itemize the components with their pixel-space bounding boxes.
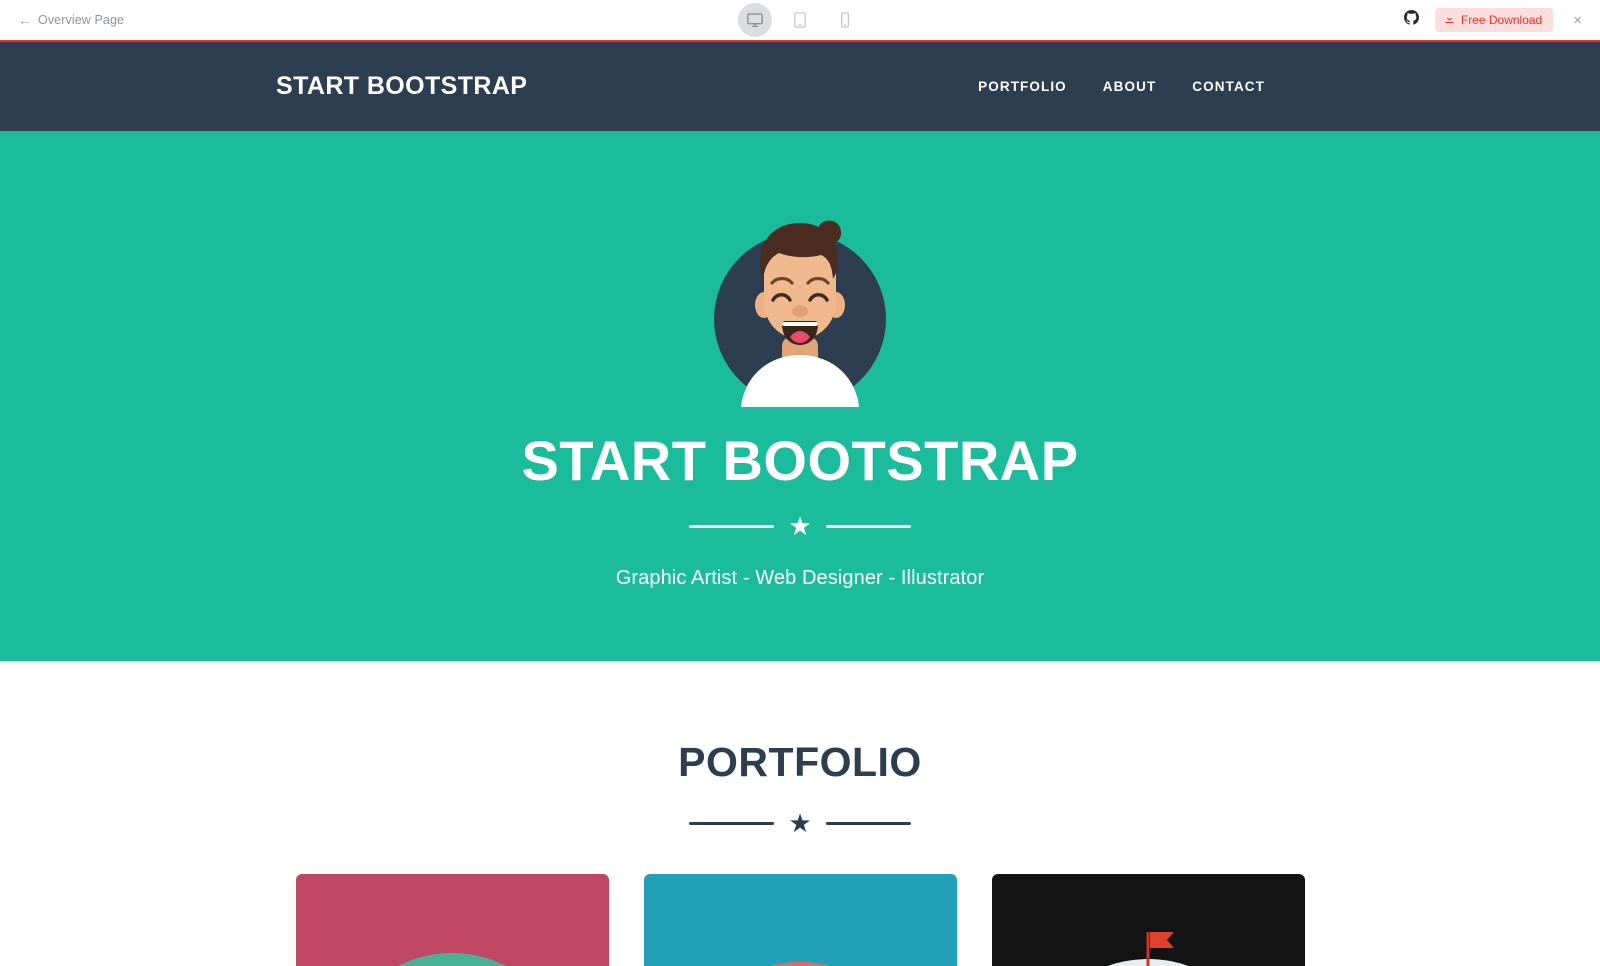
viewport-mobile-button[interactable] xyxy=(828,3,862,37)
preview-toolbar: ← Overview Page Free Download × xyxy=(0,0,1600,42)
download-icon xyxy=(1444,13,1455,27)
toolbar-actions: Free Download × xyxy=(1403,8,1586,32)
cabin-illustration xyxy=(295,874,609,966)
desktop-icon xyxy=(746,11,764,29)
back-to-overview-button[interactable]: ← Overview Page xyxy=(18,13,124,27)
navbar-brand[interactable]: START BOOTSTRAP xyxy=(276,72,527,101)
mobile-icon xyxy=(836,11,854,29)
viewport-desktop-button[interactable] xyxy=(738,3,772,37)
circus-tent-illustration xyxy=(991,874,1305,966)
portfolio-card-circus[interactable] xyxy=(991,874,1305,966)
portfolio-section: PORTFOLIO ★ xyxy=(0,661,1600,966)
hero-section: START BOOTSTRAP ★ Graphic Artist - Web D… xyxy=(0,131,1600,661)
divider-bar-left xyxy=(689,524,775,528)
back-to-overview-label: Overview Page xyxy=(38,13,125,27)
star-icon: ★ xyxy=(788,808,812,838)
free-download-label: Free Download xyxy=(1460,13,1543,27)
site-navbar: START BOOTSTRAP PORTFOLIO ABOUT CONTACT xyxy=(0,42,1600,131)
portfolio-card-cabin[interactable] xyxy=(295,874,609,966)
navbar-links: PORTFOLIO ABOUT CONTACT xyxy=(978,79,1265,94)
divider-bar-right xyxy=(825,821,911,825)
cupcake-illustration xyxy=(643,874,957,966)
close-icon[interactable]: × xyxy=(1569,11,1586,30)
divider-bar-left xyxy=(689,821,775,825)
divider-bar-right xyxy=(825,524,911,528)
portfolio-heading: PORTFOLIO xyxy=(678,739,922,785)
star-icon: ★ xyxy=(788,511,812,541)
hero-title: START BOOTSTRAP xyxy=(521,429,1079,492)
portfolio-grid xyxy=(0,874,1600,966)
viewport-tablet-button[interactable] xyxy=(783,3,817,37)
free-download-button[interactable]: Free Download xyxy=(1434,8,1554,32)
site-preview-frame: START BOOTSTRAP PORTFOLIO ABOUT CONTACT xyxy=(0,42,1600,966)
avatar-illustration xyxy=(714,220,886,407)
back-arrow-icon: ← xyxy=(18,12,32,28)
star-divider-icon: ★ xyxy=(0,810,1600,836)
tablet-icon xyxy=(791,11,809,29)
nav-link-about[interactable]: ABOUT xyxy=(1103,79,1157,94)
nav-link-contact[interactable]: CONTACT xyxy=(1192,79,1265,94)
hero-subtitle: Graphic Artist - Web Designer - Illustra… xyxy=(615,567,985,589)
star-divider-icon: ★ xyxy=(689,511,911,541)
nav-link-portfolio[interactable]: PORTFOLIO xyxy=(978,79,1067,94)
portfolio-card-cake[interactable] xyxy=(643,874,957,966)
github-icon[interactable] xyxy=(1403,10,1419,30)
viewport-switcher xyxy=(738,3,862,37)
